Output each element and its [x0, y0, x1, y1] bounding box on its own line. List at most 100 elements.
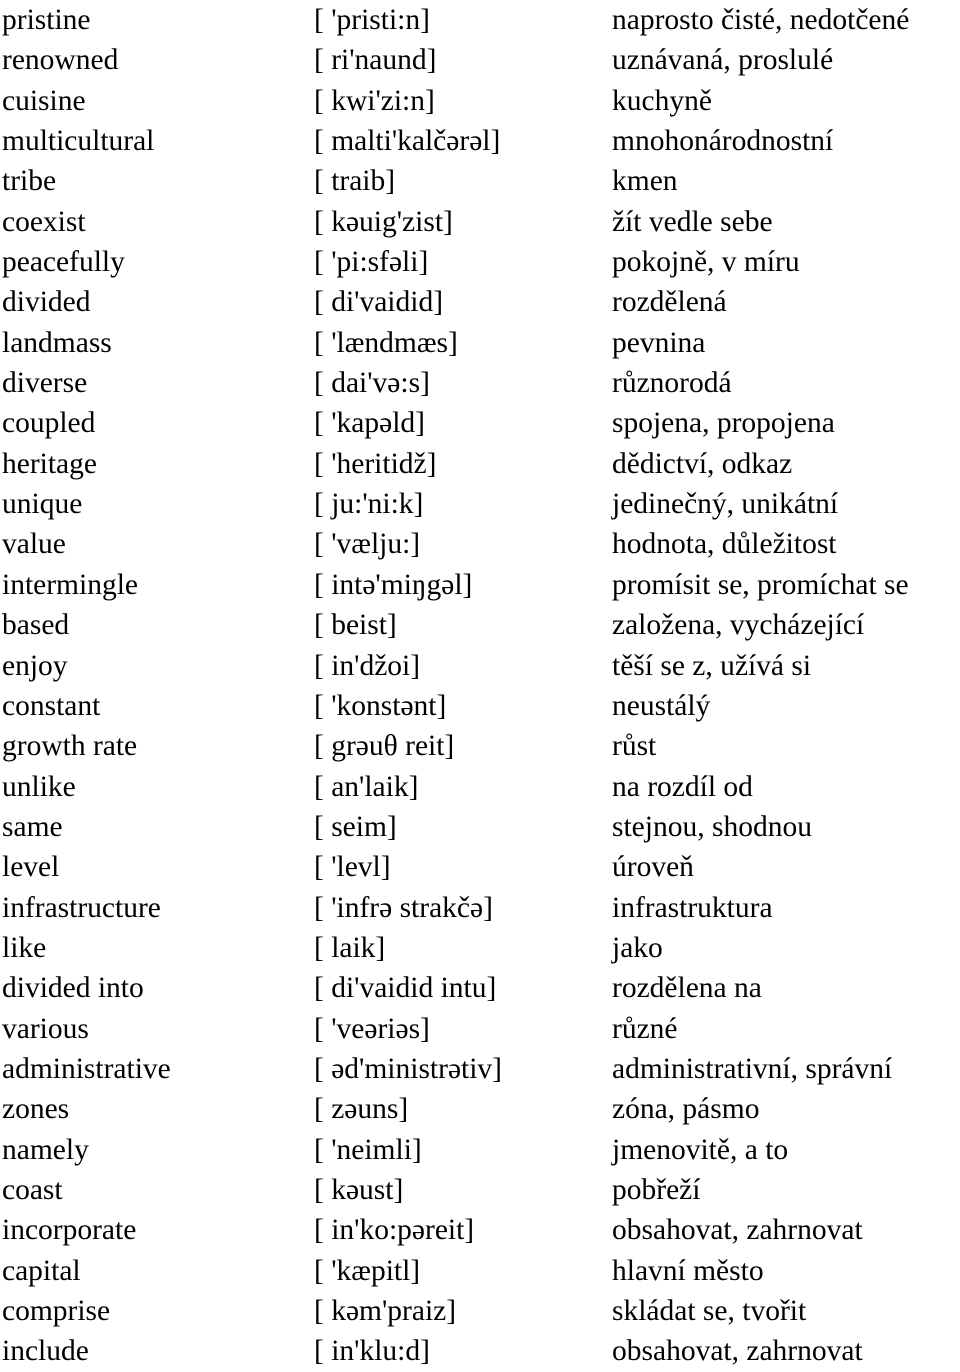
vocabulary-row: divided [ di'vaidid] rozdělená: [0, 282, 960, 322]
translation-cell: naprosto čisté, nedotčené: [612, 4, 910, 36]
translation-cell: různorodá: [612, 367, 732, 400]
vocabulary-row: unlike [ an'laik] na rozdíl od: [0, 767, 960, 807]
translation-cell: pokojně, v míru: [612, 246, 800, 279]
pronunciation-cell: [ 'lændmæs]: [314, 326, 458, 359]
translation-cell: uznávaná, proslulé: [612, 44, 834, 77]
pronunciation-cell: [ 'levl]: [314, 851, 391, 884]
vocabulary-row: namely [ 'neimli] jmenovitě, a to: [0, 1130, 960, 1170]
term-cell: coupled: [2, 407, 96, 440]
translation-cell: kmen: [612, 165, 678, 198]
term-cell: namely: [2, 1133, 89, 1166]
term-cell: comprise: [2, 1295, 111, 1327]
pronunciation-cell: [ an'laik]: [314, 770, 419, 803]
vocabulary-sheet: pristine [ 'pristi:n] naprosto čisté, nedo…: [0, 0, 960, 1369]
pronunciation-cell: [ 'vælju:]: [314, 528, 421, 561]
pronunciation-cell: [ zəuns]: [314, 1093, 409, 1126]
term-cell: administrative: [2, 1052, 171, 1085]
pronunciation-cell: [ 'pi:sfəli]: [314, 246, 429, 279]
vocabulary-row: zones [ zəuns] zóna, pásmo: [0, 1089, 960, 1129]
translation-cell: spojena, propojena: [612, 407, 835, 440]
term-cell: various: [2, 1012, 89, 1045]
term-cell: intermingle: [2, 568, 138, 601]
vocabulary-row: include [ in'klu:d] obsahovat, zahrnovat: [0, 1331, 960, 1371]
translation-cell: úroveň: [612, 851, 694, 884]
term-cell: constant: [2, 689, 101, 722]
term-cell: growth rate: [2, 730, 138, 763]
pronunciation-cell: [ ju:'ni:k]: [314, 488, 424, 521]
pronunciation-cell: [ in'džoi]: [314, 649, 421, 682]
translation-cell: na rozdíl od: [612, 770, 753, 803]
vocabulary-row: value [ 'vælju:] hodnota, důležitost: [0, 524, 960, 564]
vocabulary-row: intermingle [ intə'miŋgəl] promísit se, pr…: [0, 565, 960, 605]
term-cell: heritage: [2, 447, 97, 480]
pronunciation-cell: [ in'klu:d]: [314, 1335, 430, 1368]
translation-cell: těší se z, užívá si: [612, 649, 812, 682]
pronunciation-cell: [ traib]: [314, 165, 396, 198]
term-cell: diverse: [2, 367, 88, 400]
translation-cell: neustálý: [612, 689, 711, 722]
term-cell: incorporate: [2, 1214, 137, 1247]
term-cell: enjoy: [2, 649, 68, 682]
pronunciation-cell: [ seim]: [314, 810, 397, 843]
pronunciation-cell: [ 'konstənt]: [314, 689, 447, 722]
pronunciation-cell: [ kəust]: [314, 1173, 404, 1206]
term-cell: coast: [2, 1173, 63, 1206]
translation-cell: hodnota, důležitost: [612, 528, 837, 561]
pronunciation-cell: [ 'neimli]: [314, 1133, 422, 1166]
pronunciation-cell: [ 'kæpitl]: [314, 1254, 421, 1287]
term-cell: tribe: [2, 165, 57, 198]
pronunciation-cell: [ 'heritidž]: [314, 447, 437, 480]
pronunciation-cell: [ kəm'praiz]: [314, 1295, 457, 1327]
translation-cell: jmenovitě, a to: [612, 1133, 789, 1166]
term-cell: landmass: [2, 326, 112, 359]
translation-cell: hlavní město: [612, 1254, 764, 1287]
term-cell: pristine: [2, 4, 91, 36]
pronunciation-cell: [ grəuθ reit]: [314, 730, 455, 763]
translation-cell: různé: [612, 1012, 678, 1045]
translation-cell: obsahovat, zahrnovat: [612, 1335, 863, 1368]
translation-cell: obsahovat, zahrnovat: [612, 1214, 863, 1247]
translation-cell: jedinečný, unikátní: [612, 488, 839, 521]
translation-cell: mnohonárodnostní: [612, 125, 834, 158]
vocabulary-row: cuisine [ kwi'zi:n] kuchyně: [0, 81, 960, 121]
translation-cell: založena, vycházející: [612, 609, 865, 642]
term-cell: unique: [2, 488, 83, 521]
pronunciation-cell: [ 'veəriəs]: [314, 1012, 430, 1045]
translation-cell: pevnina: [612, 326, 706, 359]
pronunciation-cell: [ di'vaidid intu]: [314, 972, 497, 1005]
pronunciation-cell: [ kwi'zi:n]: [314, 84, 435, 117]
pronunciation-cell: [ dai'və:s]: [314, 367, 430, 400]
term-cell: capital: [2, 1254, 81, 1287]
pronunciation-cell: [ kəuig'zist]: [314, 205, 453, 238]
translation-cell: dědictví, odkaz: [612, 447, 793, 480]
vocabulary-row: coexist [ kəuig'zist] žít vedle sebe: [0, 202, 960, 242]
term-cell: cuisine: [2, 84, 86, 117]
translation-cell: rozdělená: [612, 286, 727, 319]
vocabulary-row: diverse [ dai'və:s] různorodá: [0, 363, 960, 403]
term-cell: based: [2, 609, 70, 642]
pronunciation-cell: [ intə'miŋgəl]: [314, 568, 473, 601]
vocabulary-row: various [ 'veəriəs] různé: [0, 1009, 960, 1049]
translation-cell: žít vedle sebe: [612, 205, 773, 238]
vocabulary-row: same [ seim] stejnou, shodnou: [0, 807, 960, 847]
term-cell: same: [2, 810, 63, 843]
vocabulary-row: constant [ 'konstənt] neustálý: [0, 686, 960, 726]
term-cell: level: [2, 851, 60, 884]
term-cell: coexist: [2, 205, 86, 238]
pronunciation-cell: [ di'vaidid]: [314, 286, 444, 319]
vocabulary-row: enjoy [ in'džoi] těší se z, užívá si: [0, 646, 960, 686]
translation-cell: jako: [612, 931, 663, 964]
vocabulary-row: heritage [ 'heritidž] dědictví, odkaz: [0, 444, 960, 484]
term-cell: divided: [2, 286, 91, 319]
translation-cell: kuchyně: [612, 84, 712, 117]
term-cell: infrastructure: [2, 891, 161, 924]
vocabulary-row: pristine [ 'pristi:n] naprosto čisté, nedo…: [0, 0, 960, 40]
term-cell: multicultural: [2, 125, 155, 158]
translation-cell: rozdělena na: [612, 972, 762, 1005]
term-cell: divided into: [2, 972, 144, 1005]
translation-cell: skládat se, tvořit: [612, 1295, 807, 1327]
term-cell: value: [2, 528, 66, 561]
pronunciation-cell: [ 'kapəld]: [314, 407, 425, 440]
pronunciation-cell: [ əd'ministrətiv]: [314, 1052, 503, 1085]
pronunciation-cell: [ 'infrə strakčə]: [314, 891, 493, 924]
